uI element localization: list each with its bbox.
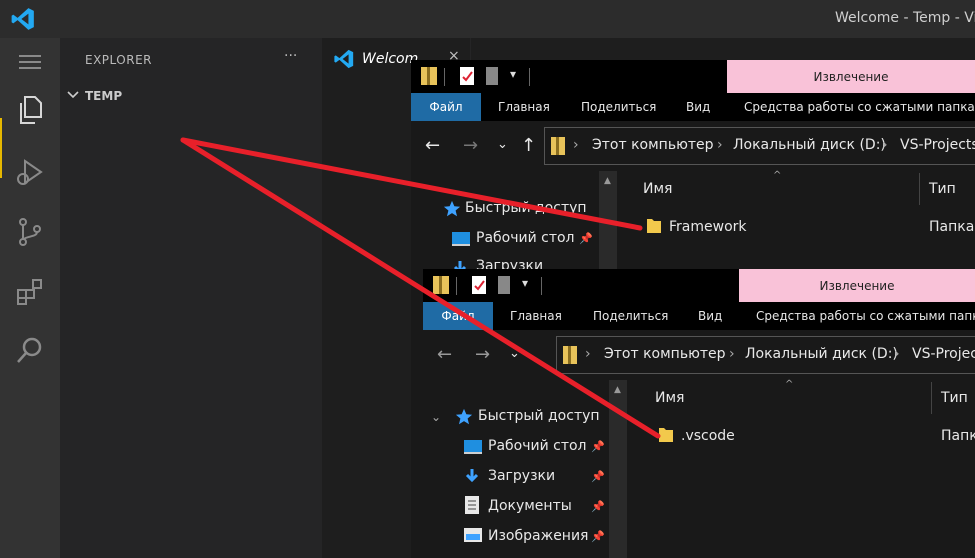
annotation-arrows [180, 137, 661, 439]
